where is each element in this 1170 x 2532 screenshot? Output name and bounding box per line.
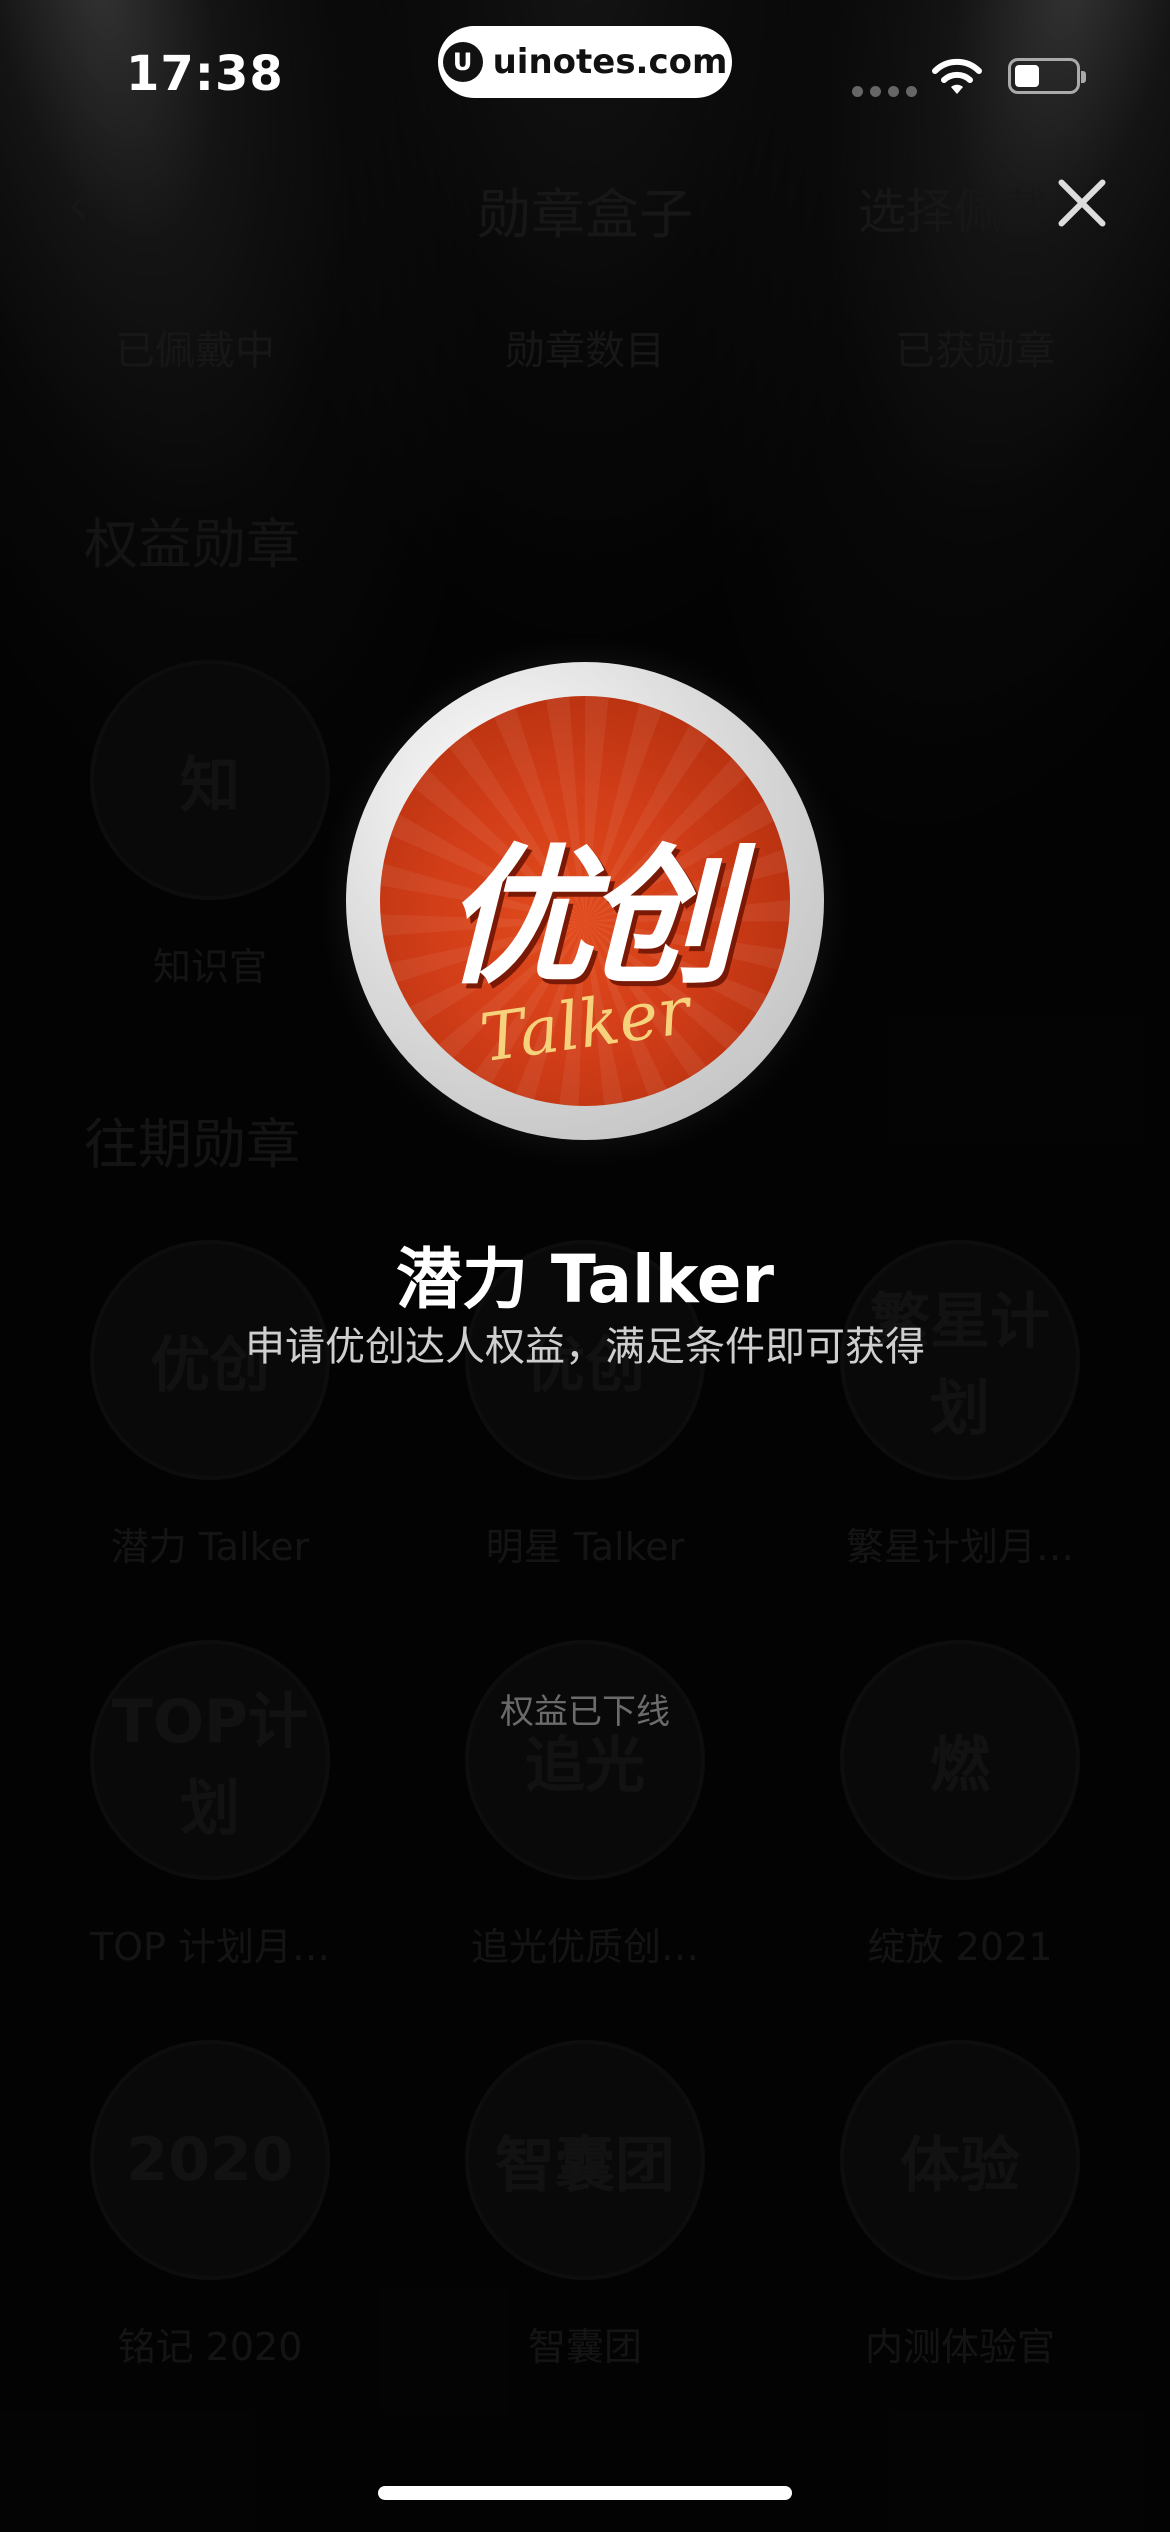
cellular-signal-icon <box>852 86 917 97</box>
badge-medal-image: 优创 Talker <box>346 662 824 1140</box>
medal-face: 优创 Talker <box>380 696 790 1106</box>
badge-name: 潜力 Talker <box>395 1241 775 1318</box>
badge-description: 申请优创达人权益，满足条件即可获得 <box>245 1324 925 1370</box>
battery-icon <box>1008 58 1086 94</box>
url-text: uinotes.com <box>492 42 728 82</box>
close-icon[interactable] <box>1054 176 1110 232</box>
status-time: 17:38 <box>126 46 284 102</box>
site-logo-icon: U <box>442 42 483 82</box>
home-indicator[interactable] <box>378 2486 792 2500</box>
badge-status: 权益已下线 <box>500 1692 670 1732</box>
wifi-icon <box>932 58 982 94</box>
url-badge: U uinotes.com <box>438 26 732 98</box>
